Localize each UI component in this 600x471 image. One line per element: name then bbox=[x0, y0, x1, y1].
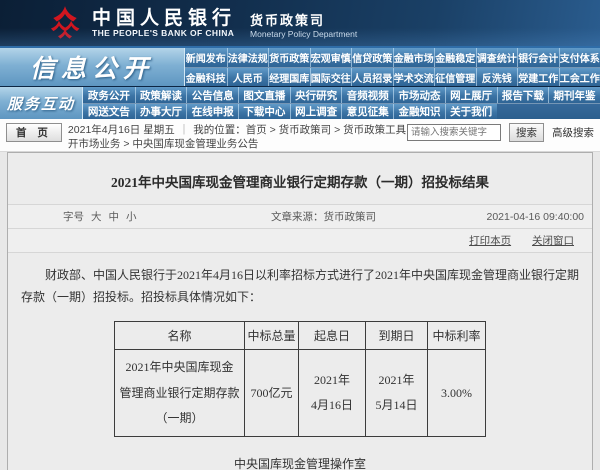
meta-strip: 字号大中小 文章来源：货币政策司 2021-04-16 09:40:00 打印本… bbox=[8, 204, 592, 253]
nav-item[interactable]: 网送文告 bbox=[83, 104, 135, 119]
advanced-search-link[interactable]: 高级搜索 bbox=[552, 125, 594, 140]
nav-item[interactable]: 金融知识 bbox=[393, 104, 445, 119]
nav-label-info-disclosure[interactable]: 信息公开 bbox=[0, 48, 185, 86]
search-button[interactable]: 搜索 bbox=[509, 123, 544, 142]
nav-item[interactable]: 宏观审慎 bbox=[310, 48, 352, 67]
bank-name-cn: 中国人民银行 bbox=[92, 8, 236, 29]
nav-item[interactable]: 期刊年鉴 bbox=[548, 87, 600, 103]
nav-section-services: 服务互动 政务公开政策解读公告信息图文直播央行研究音频视频市场动态网上展厅报告下… bbox=[0, 86, 600, 119]
article-card: 2021年中央国库现金管理商业银行定期存款（一期）招投标结果 字号大中小 文章来… bbox=[7, 152, 593, 470]
nav-item[interactable]: 在线申报 bbox=[186, 104, 238, 119]
nav-item[interactable]: 金融稳定 bbox=[434, 48, 476, 67]
nav-item[interactable]: 意见征集 bbox=[341, 104, 393, 119]
col-header-rate: 中标利率 bbox=[428, 322, 486, 350]
breadcrumb-separator: ｜ bbox=[179, 124, 190, 136]
nav-section-info-disclosure: 信息公开 新闻发布法律法规货币政策宏观审慎信贷政策金融市场金融稳定调查统计银行会… bbox=[0, 48, 600, 86]
nav-item[interactable]: 货币政策 bbox=[268, 48, 310, 67]
col-header-name: 名称 bbox=[115, 322, 245, 350]
nav-item[interactable]: 关于我们 bbox=[445, 104, 497, 119]
nav-item[interactable]: 经理国库 bbox=[268, 68, 310, 86]
col-header-start: 起息日 bbox=[299, 322, 366, 350]
bank-name-en: THE PEOPLE'S BANK OF CHINA bbox=[92, 28, 236, 38]
nav-item[interactable]: 政务公开 bbox=[83, 87, 135, 103]
nav-item[interactable]: 银行会计 bbox=[517, 48, 559, 67]
nav-item[interactable]: 网上调查 bbox=[290, 104, 342, 119]
nav-item[interactable]: 学术交流 bbox=[393, 68, 435, 86]
table-header-row: 名称 中标总量 起息日 到期日 中标利率 bbox=[115, 322, 486, 350]
pboc-page: 中国人民银行 THE PEOPLE'S BANK OF CHINA 货币政策司 … bbox=[0, 0, 600, 471]
search-area: 搜索 高级搜索 bbox=[407, 123, 594, 142]
main-nav: 信息公开 新闻发布法律法规货币政策宏观审慎信贷政策金融市场金融稳定调查统计银行会… bbox=[0, 48, 600, 119]
close-window-link[interactable]: 关闭窗口 bbox=[532, 235, 574, 247]
nav-item[interactable]: 党建工作 bbox=[517, 68, 559, 86]
article-body: 财政部、中国人民银行于2021年4月16日以利率招标方式进行了2021年中央国库… bbox=[21, 264, 579, 308]
font-size-controls: 字号大中小 bbox=[8, 209, 226, 224]
font-size-option[interactable]: 大 bbox=[91, 211, 102, 223]
cell-amount: 700亿元 bbox=[245, 350, 299, 437]
nav-item[interactable]: 公告信息 bbox=[186, 87, 238, 103]
signature: 中央国库现金管理操作室 bbox=[8, 455, 592, 471]
nav-item[interactable]: 国际交往 bbox=[310, 68, 352, 86]
nav-row: 金融科技人民币经理国库国际交往人员招录学术交流征信管理反洗钱党建工作工会工作 bbox=[185, 67, 600, 86]
nav-item[interactable]: 反洗钱 bbox=[476, 68, 518, 86]
table-row: 2021年中央国库现金 管理商业银行定期存款 （一期） 700亿元 2021年 … bbox=[115, 350, 486, 437]
font-size-option[interactable]: 小 bbox=[126, 211, 137, 223]
nav-label-services[interactable]: 服务互动 bbox=[0, 87, 83, 119]
article-actions: 打印本页 关闭窗口 bbox=[8, 229, 592, 252]
nav-item[interactable]: 网上展厅 bbox=[445, 87, 497, 103]
nav-row: 网送文告办事大厅在线申报下载中心网上调查意见征集金融知识关于我们 bbox=[83, 103, 600, 119]
nav-item[interactable]: 工会工作 bbox=[559, 68, 600, 86]
nav-item[interactable]: 支付体系 bbox=[559, 48, 600, 67]
site-header: 中国人民银行 THE PEOPLE'S BANK OF CHINA 货币政策司 … bbox=[0, 0, 600, 48]
nav-item[interactable]: 人民币 bbox=[227, 68, 269, 86]
home-button[interactable]: 首 页 bbox=[6, 123, 62, 142]
brand-block: 中国人民银行 THE PEOPLE'S BANK OF CHINA bbox=[92, 8, 236, 39]
article-source: 文章来源：货币政策司 bbox=[226, 209, 421, 224]
nav-item[interactable]: 市场动态 bbox=[393, 87, 445, 103]
dept-block: 货币政策司 Monetary Policy Department bbox=[250, 7, 357, 39]
cell-start-date: 2021年 4月16日 bbox=[299, 350, 366, 437]
font-size-label: 字号 bbox=[63, 211, 84, 223]
nav-item[interactable]: 办事大厅 bbox=[135, 104, 187, 119]
col-header-end: 到期日 bbox=[366, 322, 428, 350]
bid-result-table: 名称 中标总量 起息日 到期日 中标利率 2021年中央国库现金 管理商业银行定… bbox=[114, 321, 486, 437]
nav-item[interactable]: 报告下载 bbox=[497, 87, 549, 103]
cell-name: 2021年中央国库现金 管理商业银行定期存款 （一期） bbox=[115, 350, 245, 437]
col-header-amount: 中标总量 bbox=[245, 322, 299, 350]
nav-item[interactable]: 金融科技 bbox=[185, 68, 227, 86]
dept-name-cn: 货币政策司 bbox=[250, 13, 357, 29]
nav-item[interactable]: 新闻发布 bbox=[185, 48, 227, 67]
nav-row: 新闻发布法律法规货币政策宏观审慎信贷政策金融市场金融稳定调查统计银行会计支付体系 bbox=[185, 48, 600, 67]
cell-end-date: 2021年 5月14日 bbox=[366, 350, 428, 437]
main-area: 2021年中央国库现金管理商业银行定期存款（一期）招投标结果 字号大中小 文章来… bbox=[0, 152, 600, 470]
nav-item[interactable]: 金融市场 bbox=[393, 48, 435, 67]
search-input[interactable] bbox=[407, 124, 501, 141]
font-size-option[interactable]: 中 bbox=[109, 211, 120, 223]
nav-row: 政务公开政策解读公告信息图文直播央行研究音频视频市场动态网上展厅报告下载期刊年鉴 bbox=[83, 87, 600, 103]
nav-item[interactable]: 信贷政策 bbox=[351, 48, 393, 67]
cell-rate: 3.00% bbox=[428, 350, 486, 437]
dept-name-en: Monetary Policy Department bbox=[250, 29, 357, 39]
nav-item[interactable]: 图文直播 bbox=[238, 87, 290, 103]
page-title: 2021年中央国库现金管理商业银行定期存款（一期）招投标结果 bbox=[20, 171, 580, 191]
nav-item[interactable]: 调查统计 bbox=[476, 48, 518, 67]
breadcrumb: 2021年4月16日 星期五｜我的位置：首页 > 货币政策司 > 货币政策工具 … bbox=[68, 123, 436, 151]
pboc-logo-icon bbox=[50, 6, 80, 40]
nav-item[interactable]: 下载中心 bbox=[238, 104, 290, 119]
nav-item[interactable]: 征信管理 bbox=[434, 68, 476, 86]
nav-item[interactable]: 法律法规 bbox=[227, 48, 269, 67]
breadcrumb-bar: 首 页 2021年4月16日 星期五｜我的位置：首页 > 货币政策司 > 货币政… bbox=[0, 119, 600, 152]
print-page-link[interactable]: 打印本页 bbox=[469, 235, 511, 247]
nav-item[interactable]: 政策解读 bbox=[135, 87, 187, 103]
nav-item[interactable]: 央行研究 bbox=[290, 87, 342, 103]
nav-item[interactable]: 音频视频 bbox=[341, 87, 393, 103]
breadcrumb-date: 2021年4月16日 星期五 bbox=[68, 124, 175, 136]
article-datetime: 2021-04-16 09:40:00 bbox=[421, 211, 584, 223]
nav-item[interactable]: 人员招录 bbox=[351, 68, 393, 86]
